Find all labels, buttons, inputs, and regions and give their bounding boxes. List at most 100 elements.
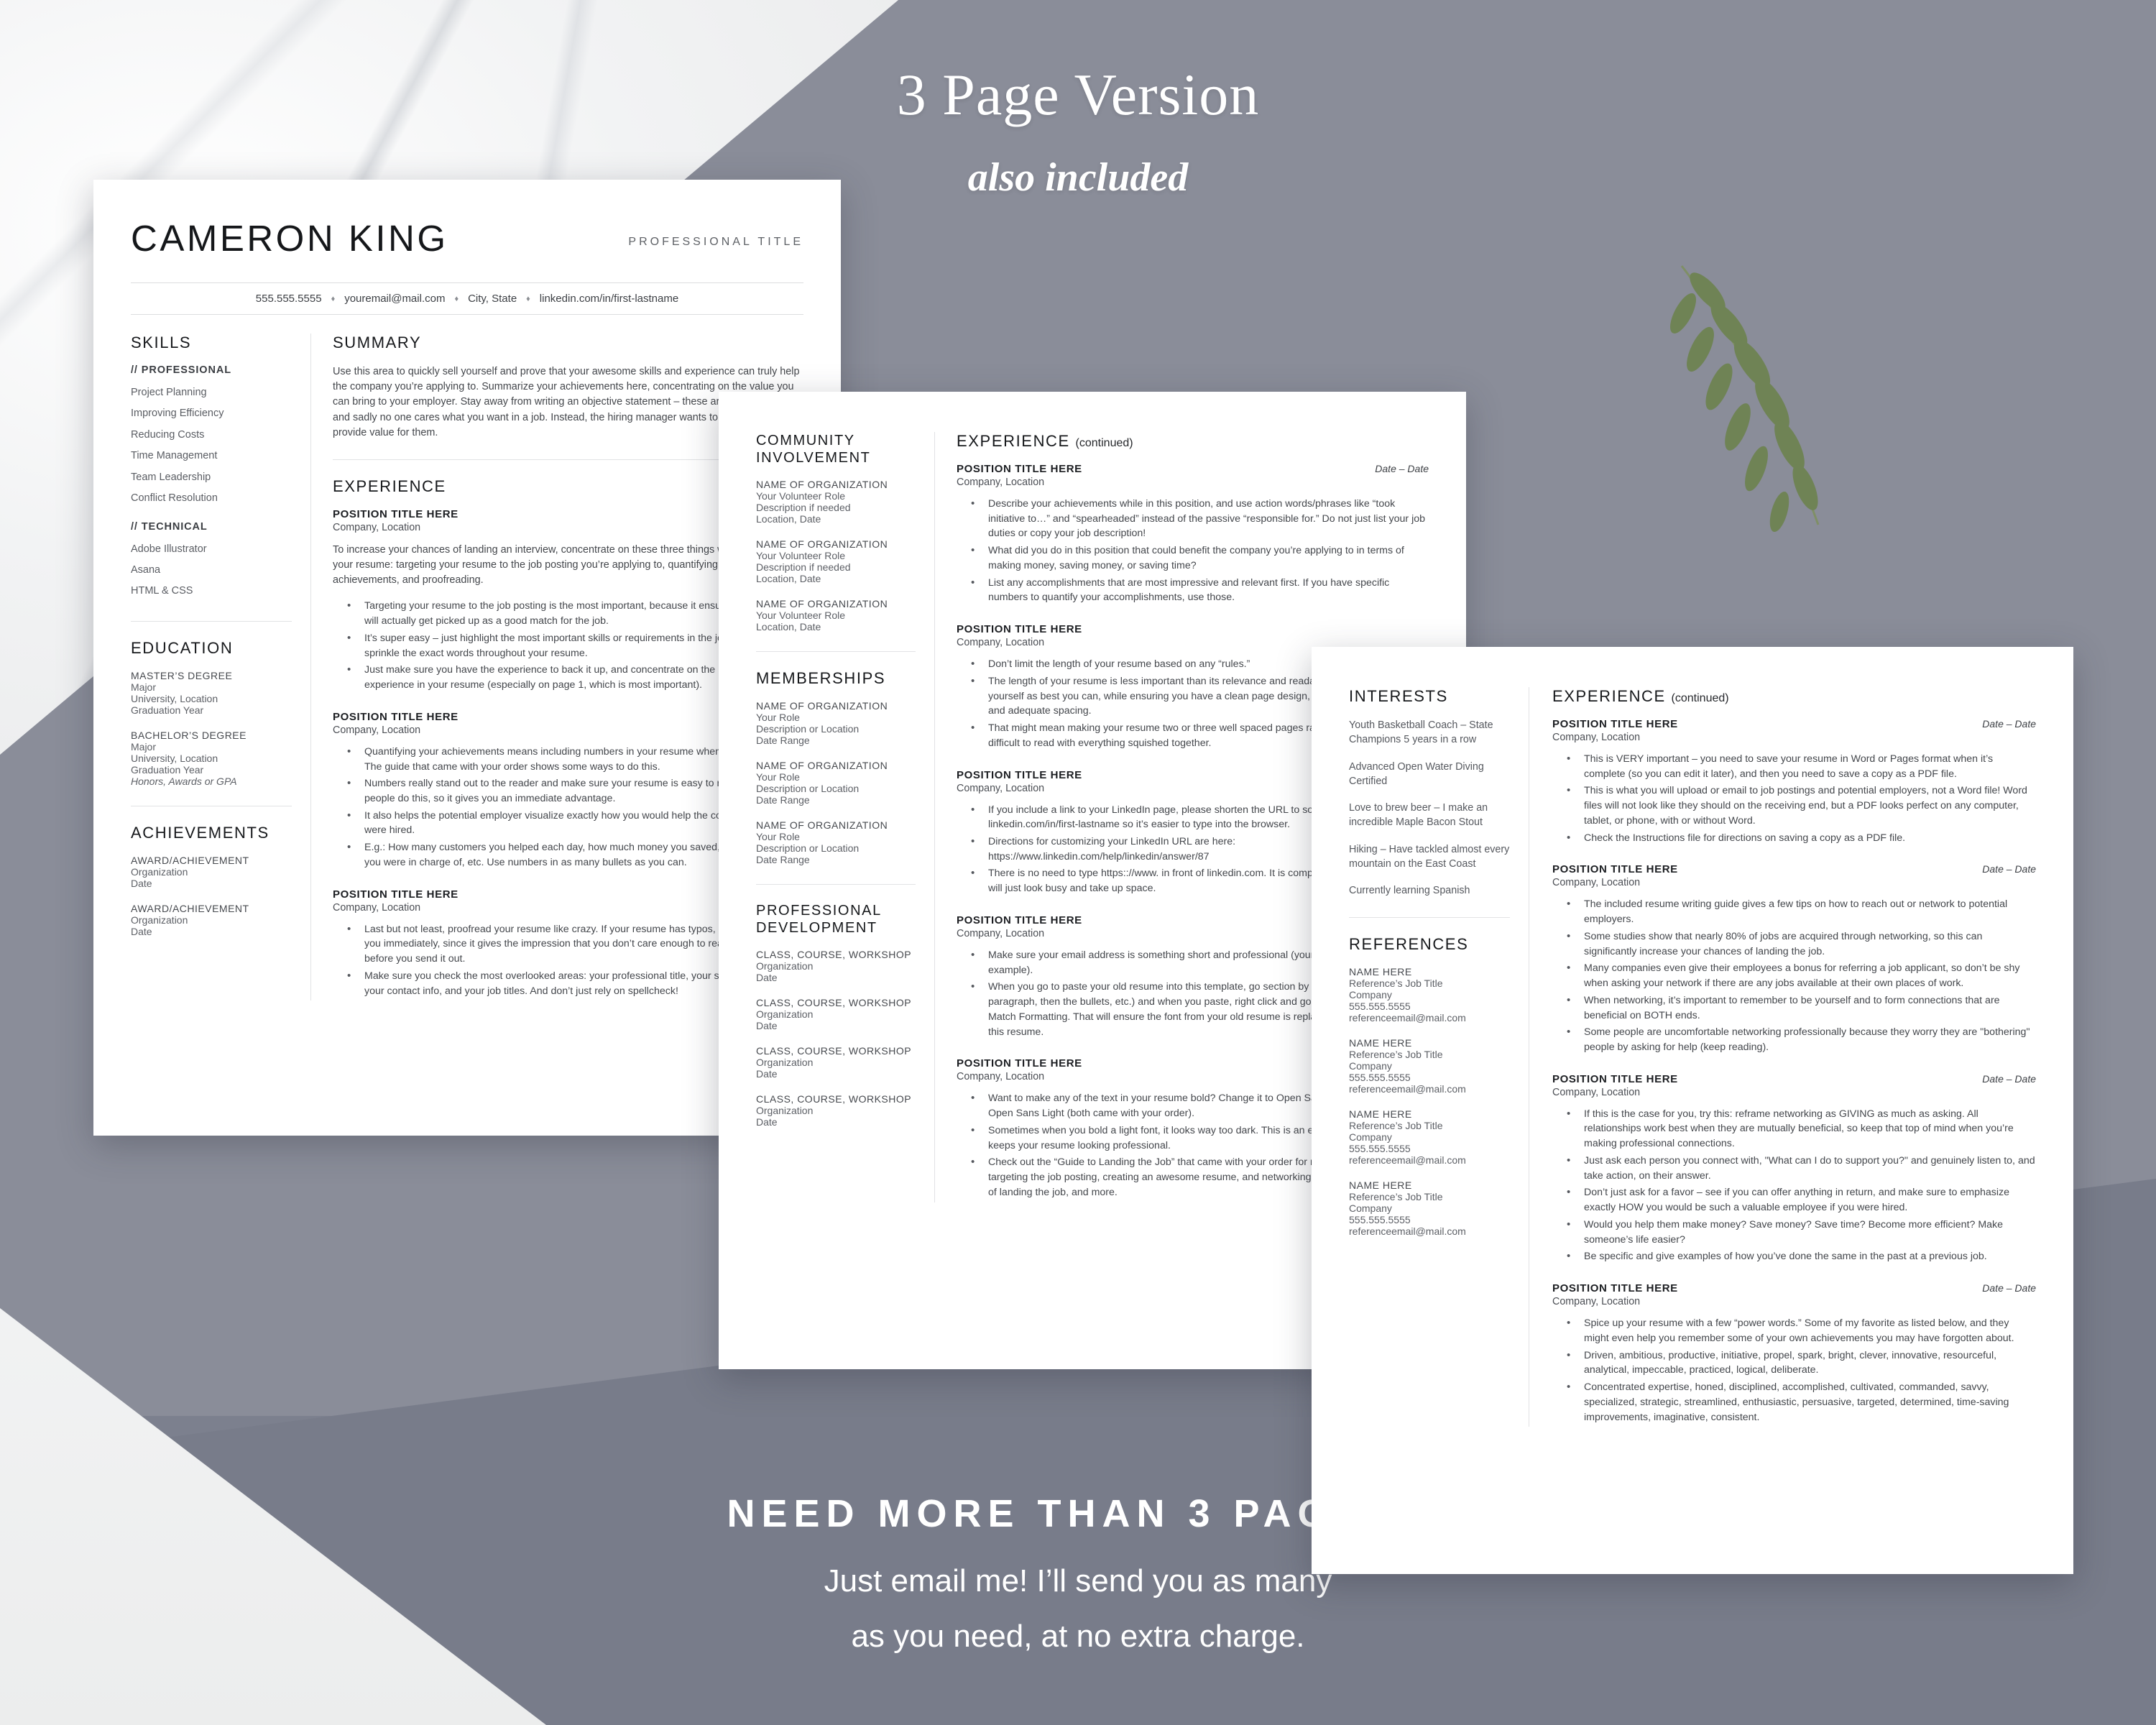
bullet-item: Check the Instructions file for directio…	[1552, 830, 2036, 846]
reference-entry: NAME HERE Reference’s Job Title Company …	[1349, 966, 1510, 1024]
bullet-item: The included resume writing guide gives …	[1552, 896, 2036, 926]
experience-position: POSITION TITLE HERE Date – Date Company,…	[1552, 1073, 2036, 1264]
position-company: Company, Location	[1552, 1086, 1641, 1098]
professional-title: PROFESSIONAL TITLE	[628, 236, 803, 248]
interest-item: Love to brew beer – I make an incredible…	[1349, 802, 1488, 829]
position-company: Company, Location	[1552, 877, 1641, 889]
promo-title: 3 Page Version	[896, 62, 1260, 127]
position-dates: Date – Date	[1982, 863, 2036, 875]
community-org: NAME OF ORGANIZATION	[756, 479, 888, 490]
education-university: University, Location	[131, 752, 218, 764]
skill-item: Time Management	[131, 450, 218, 462]
skill-item: Reducing Costs	[131, 428, 205, 441]
education-entry: MASTER’S DEGREE Major University, Locati…	[131, 670, 292, 716]
sidebar-divider	[131, 620, 292, 622]
bullet-item: If this is the case for you, try this: r…	[1552, 1106, 2036, 1151]
achievement-date: Date	[131, 925, 152, 937]
section-heading-summary: SUMMARY	[333, 334, 422, 351]
position-title: POSITION TITLE HERE	[957, 623, 1082, 636]
bullet-item: Describe your achievements while in this…	[957, 496, 1429, 541]
reference-entry: NAME HERE Reference’s Job Title Company …	[1349, 1037, 1510, 1095]
achievement-date: Date	[131, 877, 152, 889]
experience-continued-label: (continued)	[1075, 437, 1133, 449]
membership-role: Your Role	[756, 831, 800, 842]
olive-branch-decoration	[1669, 265, 1820, 533]
membership-entry: NAME OF ORGANIZATION Your Role Descripti…	[756, 760, 916, 806]
profdev-date: Date	[756, 1068, 778, 1080]
community-org: NAME OF ORGANIZATION	[756, 538, 888, 550]
skill-item: Adobe Illustrator	[131, 543, 207, 555]
reference-email: referenceemail@mail.com	[1349, 1154, 1466, 1166]
position-title: POSITION TITLE HERE	[1552, 863, 1678, 876]
achievement-award: AWARD/ACHIEVEMENT	[131, 902, 249, 914]
page3-main: EXPERIENCE (continued) POSITION TITLE HE…	[1529, 687, 2036, 1427]
skill-item: Project Planning	[131, 387, 207, 398]
reference-phone: 555.555.5555	[1349, 1071, 1411, 1083]
reference-email: referenceemail@mail.com	[1349, 1225, 1466, 1237]
section-heading-community-involvement: COMMUNITY INVOLVEMENT	[756, 433, 871, 466]
bullet-item: Some people are uncomfortable networking…	[1552, 1024, 2036, 1054]
reference-company: Company	[1349, 1131, 1392, 1143]
community-location: Location, Date	[756, 513, 821, 525]
section-heading-experience-continued: EXPERIENCE (continued)	[957, 432, 1429, 451]
position-company: Company, Location	[1552, 1296, 1641, 1308]
position-dates: Date – Date	[1982, 718, 2036, 730]
interest-item: Advanced Open Water Diving Certified	[1349, 760, 1484, 787]
reference-name: NAME HERE	[1349, 1179, 1412, 1191]
education-major: Major	[131, 681, 157, 693]
interest-item: Youth Basketball Coach – State Champions…	[1349, 719, 1493, 746]
membership-date: Date Range	[756, 794, 810, 806]
reference-job-title: Reference’s Job Title	[1349, 1119, 1443, 1131]
education-university: University, Location	[131, 692, 218, 704]
skills-group-label: // PROFESSIONAL	[131, 364, 231, 376]
experience-position: POSITION TITLE HERE Date – Date Company,…	[1552, 718, 2036, 845]
position-bullets: This is VERY important – you need to sav…	[1552, 751, 2036, 846]
profdev-org: Organization	[756, 1105, 814, 1116]
bullet-item: Spice up your resume with a few “power w…	[1552, 1315, 2036, 1346]
position-company: Company, Location	[1552, 732, 1641, 743]
education-honors: Honors, Awards or GPA	[131, 775, 237, 787]
reference-email: referenceemail@mail.com	[1349, 1011, 1466, 1024]
skills-group: // TECHNICAL Adobe Illustrator Asana HTM…	[131, 521, 292, 602]
position-dates: Date – Date	[1982, 1072, 2036, 1085]
contact-linkedin: linkedin.com/in/first-lastname	[539, 293, 679, 305]
reference-company: Company	[1349, 1059, 1392, 1072]
bullet-item: This is VERY important – you need to sav…	[1552, 751, 2036, 781]
membership-org: NAME OF ORGANIZATION	[756, 819, 888, 831]
section-heading-skills: SKILLS	[131, 334, 192, 351]
resume-page-3[interactable]: INTERESTS Youth Basketball Coach – State…	[1312, 647, 2073, 1574]
bullet-item: Would you help them make money? Save mon…	[1552, 1217, 2036, 1247]
skill-item: Improving Efficiency	[131, 408, 224, 420]
position-dates: Date – Date	[1982, 1282, 2036, 1294]
profdev-course: CLASS, COURSE, WORKSHOP	[756, 997, 912, 1008]
community-desc: Description if needed	[756, 561, 851, 573]
bullet-item: Don’t just ask for a favor – see if you …	[1552, 1184, 2036, 1215]
achievement-entry: AWARD/ACHIEVEMENT Organization Date	[131, 903, 292, 937]
position-title: POSITION TITLE HERE	[1552, 1072, 1678, 1085]
contact-location: City, State	[468, 293, 517, 305]
reference-entry: NAME HERE Reference’s Job Title Company …	[1349, 1179, 1510, 1237]
experience-position: POSITION TITLE HERE Date – Date Company,…	[957, 463, 1429, 605]
reference-phone: 555.555.5555	[1349, 1000, 1411, 1012]
membership-date: Date Range	[756, 854, 810, 865]
membership-role: Your Role	[756, 771, 800, 783]
interest-item: Hiking – Have tackled almost every mount…	[1349, 843, 1510, 870]
separator-diamond-icon: ♦	[526, 294, 530, 303]
achievement-org: Organization	[131, 865, 188, 878]
skills-group-label: // TECHNICAL	[131, 520, 208, 533]
community-location: Location, Date	[756, 573, 821, 584]
promo-bottom-line-2: as you need, at no extra charge.	[851, 1619, 1305, 1654]
community-desc: Description if needed	[756, 502, 851, 513]
achievement-award: AWARD/ACHIEVEMENT	[131, 854, 249, 866]
page1-sidebar: SKILLS // PROFESSIONAL Project Planning …	[131, 334, 310, 1000]
page3-sidebar: INTERESTS Youth Basketball Coach – State…	[1349, 687, 1529, 1427]
profdev-entry: CLASS, COURSE, WORKSHOP Organization Dat…	[756, 1045, 916, 1080]
skill-item: Asana	[131, 564, 161, 576]
skill-item: HTML & CSS	[131, 585, 193, 597]
reference-name: NAME HERE	[1349, 1036, 1412, 1049]
membership-desc: Description or Location	[756, 842, 860, 854]
separator-diamond-icon: ♦	[454, 294, 459, 303]
reference-company: Company	[1349, 988, 1392, 1000]
section-heading-references: REFERENCES	[1349, 934, 1469, 953]
position-dates: Date – Date	[1375, 463, 1429, 474]
